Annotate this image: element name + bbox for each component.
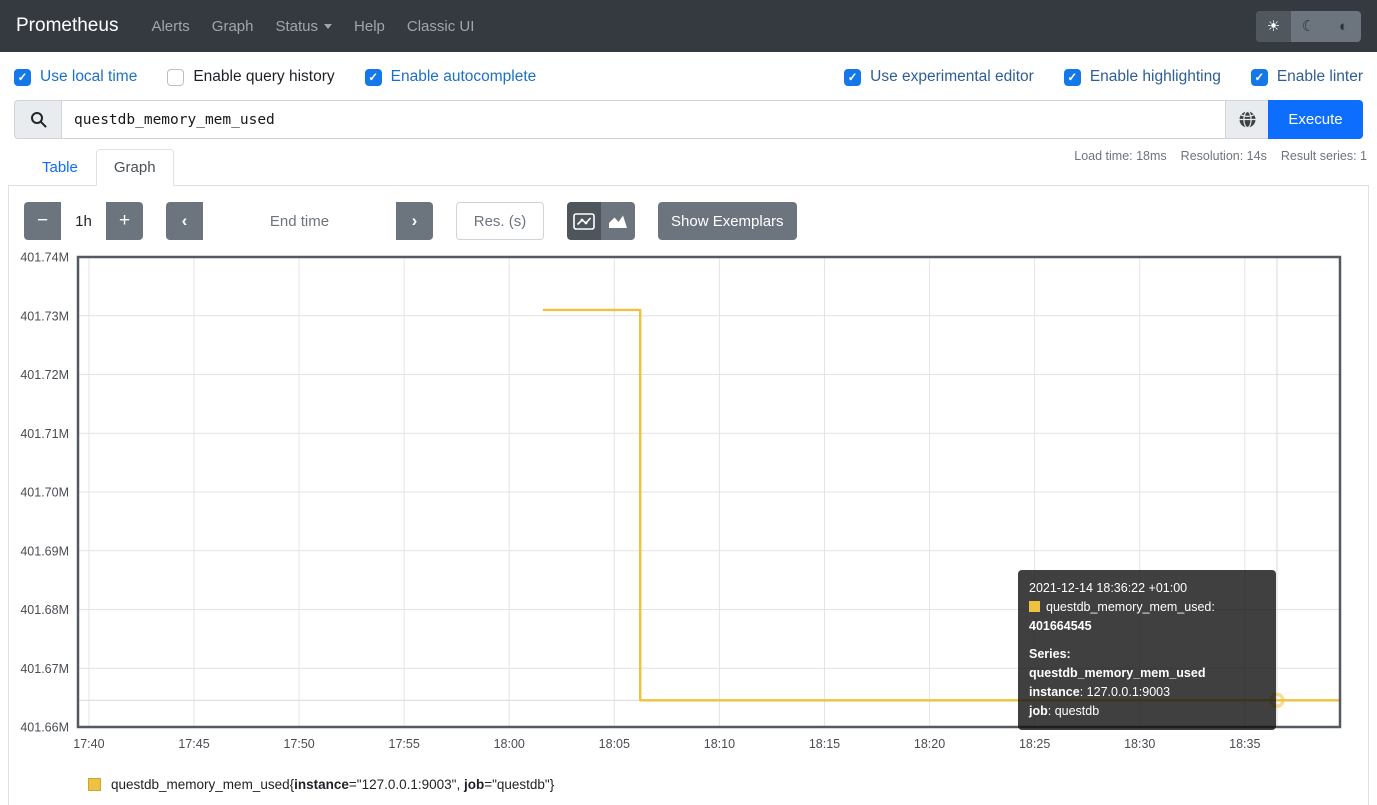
show-exemplars-button[interactable]: Show Exemplars	[658, 202, 797, 240]
checkbox-checked-icon[interactable]	[14, 69, 31, 86]
nav-item-classic-ui[interactable]: Classic UI	[407, 18, 475, 35]
chart-svg[interactable]: 401.66M 401.67M 401.68M 401.69M 401.70M 401.7…	[9, 250, 1362, 755]
svg-text:401.67M: 401.67M	[20, 662, 69, 676]
svg-text:18:30: 18:30	[1124, 737, 1155, 751]
nav-item-status[interactable]: Status	[276, 18, 333, 35]
end-time-input[interactable]	[203, 202, 396, 240]
nav-item-status-label: Status	[276, 18, 319, 35]
checkbox-checked-icon[interactable]	[844, 69, 861, 86]
svg-text:401.70M: 401.70M	[20, 486, 69, 500]
legend-key-job: job	[464, 777, 484, 792]
svg-text:18:35: 18:35	[1229, 737, 1260, 751]
checkbox-enable-highlighting[interactable]: Enable highlighting	[1064, 68, 1221, 86]
navbar: Prometheus Alerts Graph Status Help Clas…	[0, 0, 1377, 52]
nav-item-help[interactable]: Help	[354, 18, 385, 35]
line-chart-icon	[573, 213, 595, 230]
resolution-input[interactable]	[456, 202, 544, 240]
checkbox-label: Use local time	[40, 68, 137, 86]
svg-text:401.72M: 401.72M	[20, 368, 69, 382]
svg-text:401.73M: 401.73M	[20, 309, 69, 323]
chart-area: 401.66M 401.67M 401.68M 401.69M 401.70M 401.7…	[9, 250, 1368, 755]
svg-text:18:15: 18:15	[809, 737, 840, 751]
svg-text:401.66M: 401.66M	[20, 721, 69, 735]
globe-icon	[1238, 110, 1257, 129]
line-chart-button[interactable]	[567, 202, 601, 240]
svg-text:401.71M: 401.71M	[20, 427, 69, 441]
checkbox-label: Use experimental editor	[870, 68, 1034, 86]
legend-value-job: ="questdb"}	[484, 777, 554, 792]
tabs-row: Load time: 18ms Resolution: 14s Result s…	[8, 149, 1369, 186]
execute-button[interactable]: Execute	[1268, 100, 1363, 139]
theme-auto-button[interactable]: ◐	[1326, 11, 1361, 42]
nav-item-alerts[interactable]: Alerts	[151, 18, 189, 35]
checkbox-label: Enable highlighting	[1090, 68, 1221, 86]
theme-dark-button[interactable]: ☾	[1291, 11, 1326, 42]
stacked-chart-button[interactable]	[601, 202, 635, 240]
theme-light-button[interactable]: ☀	[1256, 11, 1291, 42]
checkbox-enable-linter[interactable]: Enable linter	[1251, 68, 1363, 86]
svg-text:18:05: 18:05	[599, 737, 630, 751]
tab-table[interactable]: Table	[24, 149, 96, 186]
brand-prometheus[interactable]: Prometheus	[16, 15, 118, 37]
legend-label: questdb_memory_mem_used{instance="127.0.…	[111, 777, 554, 792]
range-stepper: − +	[24, 202, 143, 240]
tab-graph[interactable]: Graph	[96, 149, 174, 186]
graph-controls: − + ‹ › Show Exemplars	[9, 186, 1368, 240]
checkbox-enable-autocomplete[interactable]: Enable autocomplete	[365, 68, 537, 86]
checkbox-label: Enable autocomplete	[391, 68, 537, 86]
checkbox-unchecked-icon[interactable]	[167, 69, 184, 86]
settings-group-right: Use experimental editor Enable highlight…	[844, 68, 1363, 86]
svg-text:18:25: 18:25	[1019, 737, 1050, 751]
area-chart-icon	[607, 213, 629, 230]
svg-text:18:00: 18:00	[494, 737, 525, 751]
end-time-picker: ‹ ›	[166, 202, 433, 240]
svg-text:401.69M: 401.69M	[20, 544, 69, 558]
checkbox-label: Enable linter	[1277, 68, 1363, 86]
checkbox-checked-icon[interactable]	[1064, 69, 1081, 86]
legend-swatch-icon	[88, 778, 101, 791]
checkbox-use-experimental-editor[interactable]: Use experimental editor	[844, 68, 1034, 86]
svg-text:18:10: 18:10	[704, 737, 735, 751]
sun-icon: ☀	[1267, 17, 1280, 35]
graph-panel: − + ‹ › Show Exemplars	[8, 185, 1369, 805]
query-input[interactable]	[61, 100, 1226, 139]
checkbox-label: Enable query history	[193, 68, 334, 86]
legend-value-instance: ="127.0.0.1:9003",	[349, 777, 464, 792]
legend-item[interactable]: questdb_memory_mem_used{instance="127.0.…	[88, 777, 1368, 792]
chevron-down-icon	[324, 24, 332, 29]
contrast-icon: ◐	[1339, 18, 1348, 35]
svg-text:17:45: 17:45	[178, 737, 209, 751]
view-tabs: Table Graph	[8, 149, 1369, 186]
svg-text:17:50: 17:50	[283, 737, 314, 751]
checkbox-checked-icon[interactable]	[1251, 69, 1268, 86]
chart-type-toggle	[567, 202, 635, 240]
nav-item-graph[interactable]: Graph	[212, 18, 254, 35]
svg-text:401.68M: 401.68M	[20, 603, 69, 617]
checkbox-use-local-time[interactable]: Use local time	[14, 68, 137, 86]
metrics-explorer-button[interactable]	[1226, 100, 1268, 139]
checkbox-checked-icon[interactable]	[365, 69, 382, 86]
svg-text:17:55: 17:55	[389, 737, 420, 751]
search-icon	[30, 111, 47, 128]
time-back-button[interactable]: ‹	[166, 202, 203, 240]
settings-group-left: Use local time Enable query history Enab…	[14, 68, 536, 86]
svg-text:18:20: 18:20	[914, 737, 945, 751]
svg-text:17:40: 17:40	[73, 737, 104, 751]
moon-icon: ☾	[1302, 17, 1315, 35]
checkbox-enable-query-history[interactable]: Enable query history	[167, 68, 334, 86]
legend-name: questdb_memory_mem_used{	[111, 777, 294, 792]
query-bar: Execute	[14, 100, 1363, 139]
theme-toggle-group: ☀ ☾ ◐	[1256, 11, 1361, 42]
range-increase-button[interactable]: +	[106, 202, 143, 240]
range-decrease-button[interactable]: −	[24, 202, 61, 240]
svg-text:401.74M: 401.74M	[20, 251, 69, 265]
range-input[interactable]	[61, 202, 106, 240]
search-addon	[14, 100, 61, 139]
settings-row: Use local time Enable query history Enab…	[0, 52, 1377, 98]
legend-key-instance: instance	[294, 777, 349, 792]
time-forward-button[interactable]: ›	[396, 202, 433, 240]
